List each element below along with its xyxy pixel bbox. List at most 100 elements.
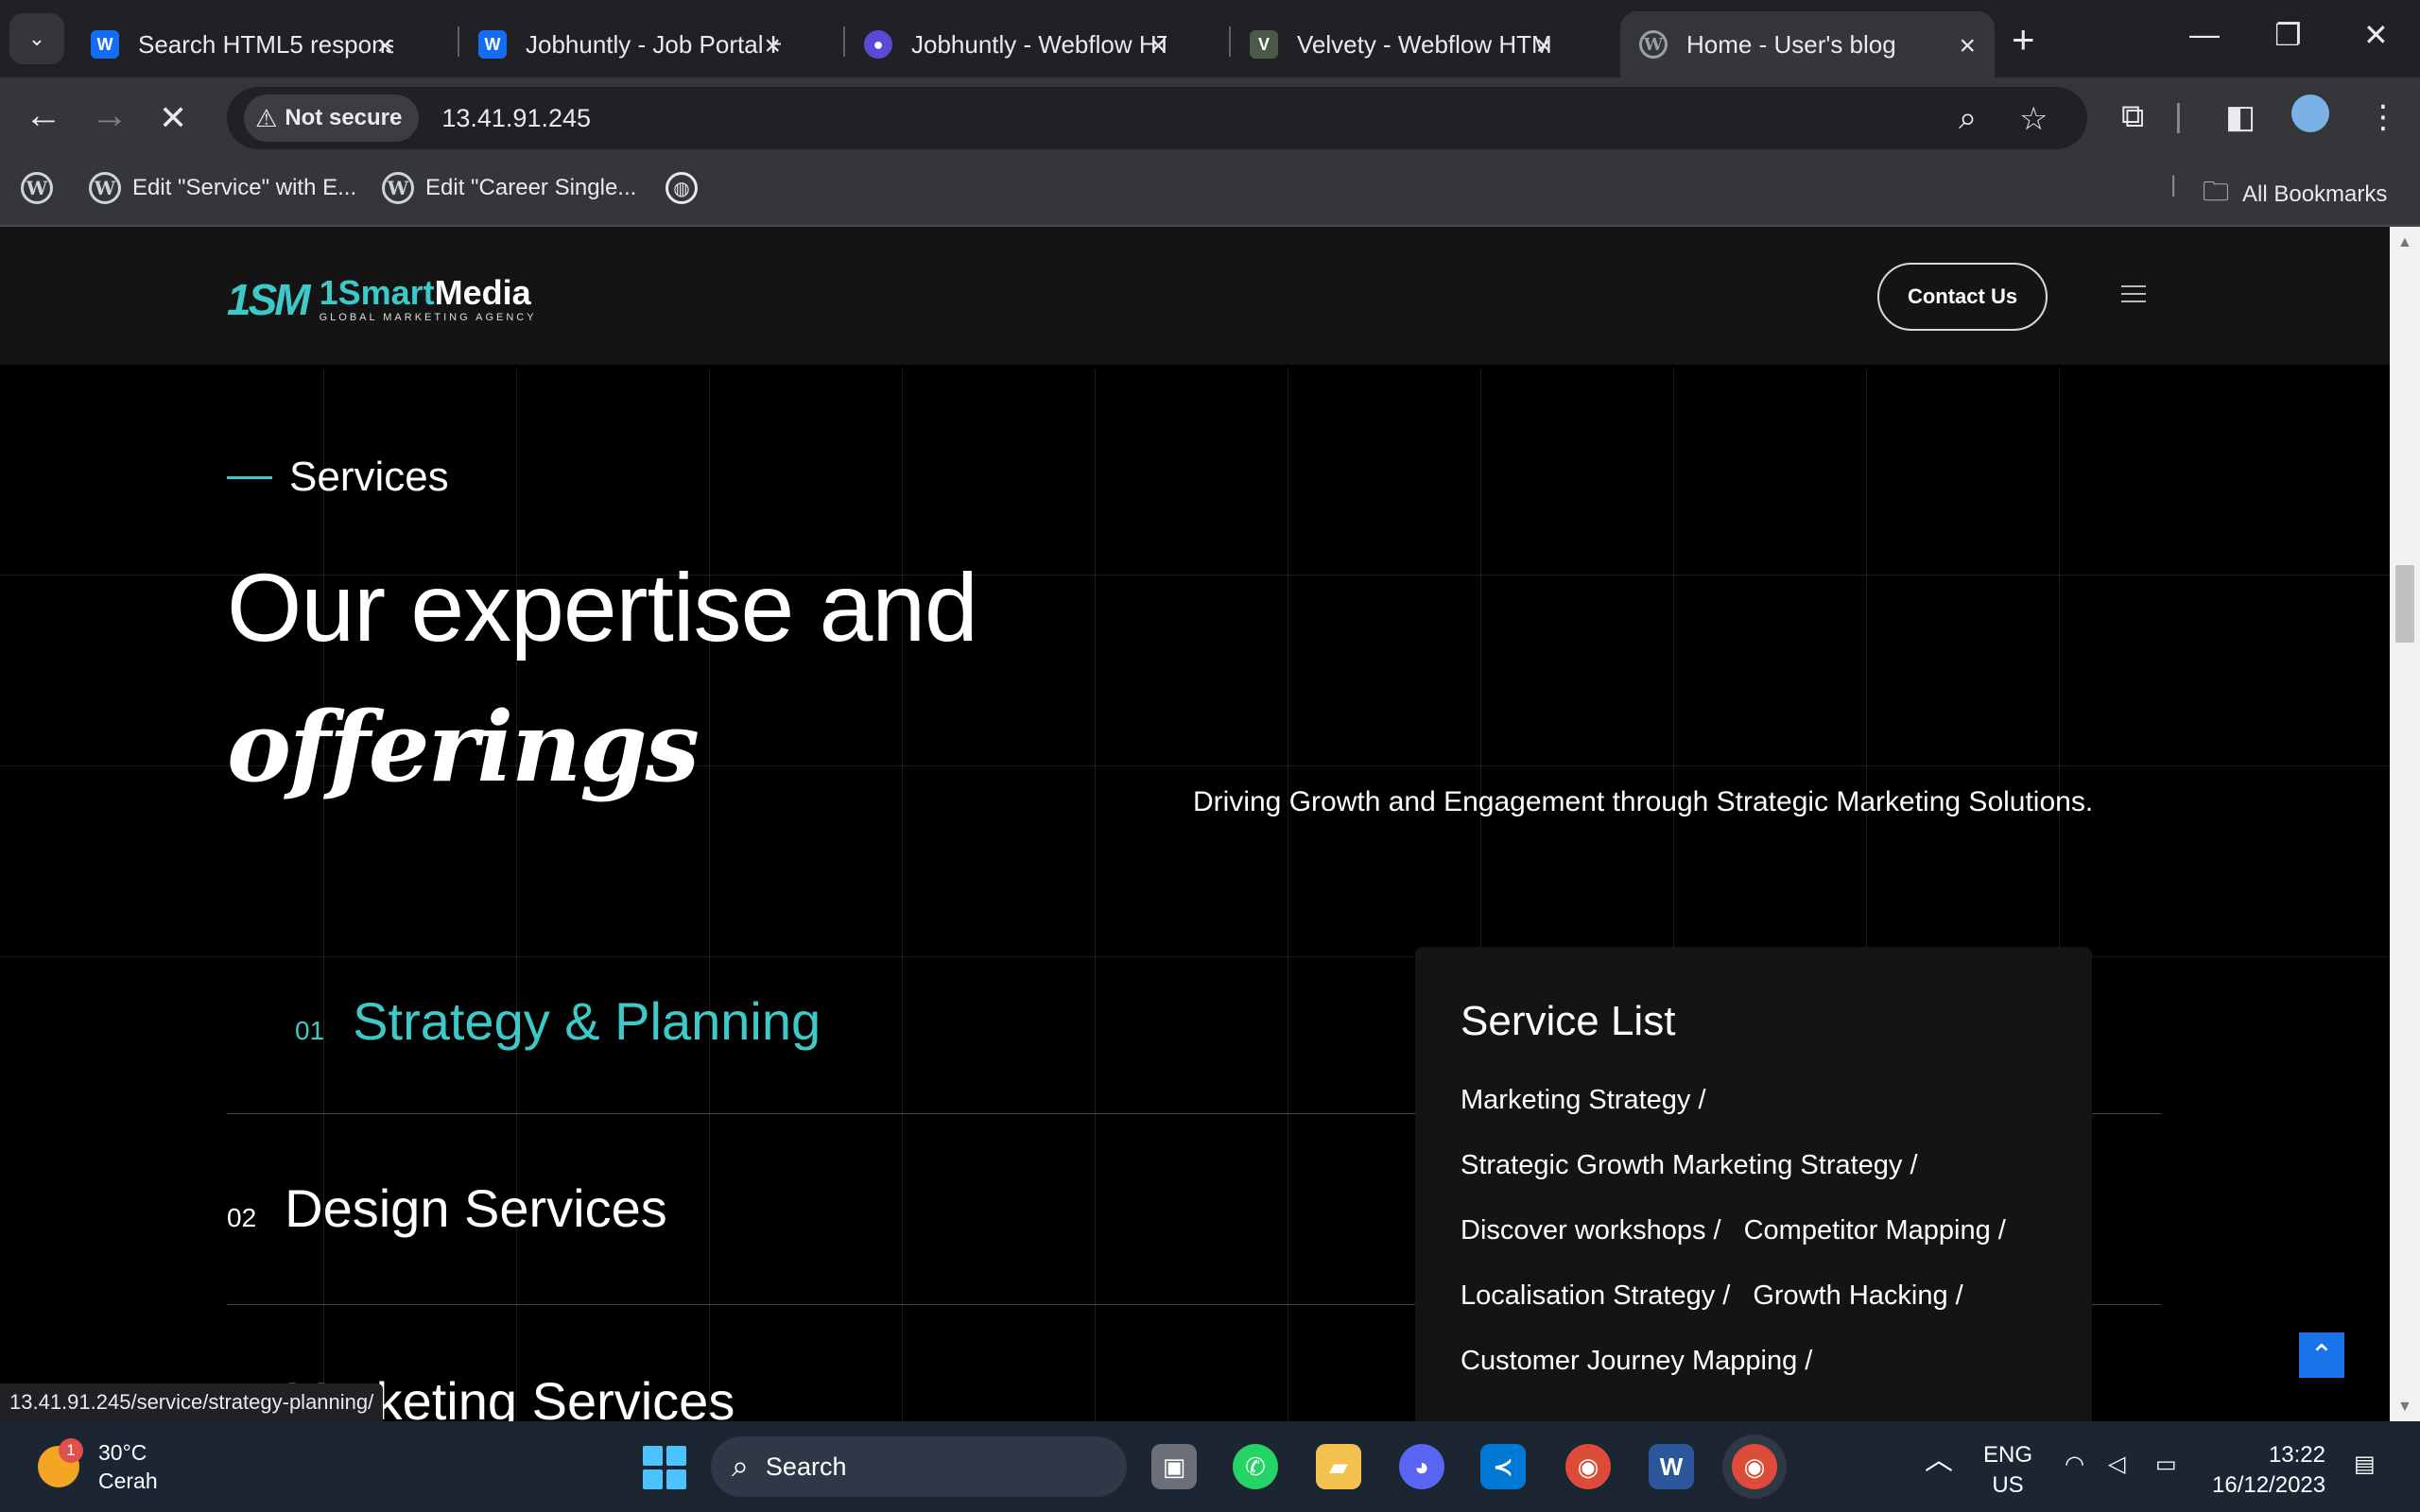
browser-tab-active[interactable]: W Home - User's blog × — [1620, 11, 1995, 77]
search-label: Search — [765, 1452, 847, 1481]
tab-title: Search HTML5 responsive — [138, 29, 393, 59]
browser-tab[interactable]: V Velvety - Webflow HTML × — [1231, 11, 1571, 77]
bookmark-item[interactable]: W Edit "Service" with E... — [89, 172, 356, 204]
v-icon: V — [1250, 30, 1278, 59]
volume-icon[interactable]: ◁ — [2108, 1450, 2125, 1480]
wordpress-icon: W — [1639, 30, 1668, 59]
service-item-strategy[interactable]: 01 Strategy & Planning — [295, 990, 821, 1052]
chrome-profile-icon[interactable]: ◉ — [1732, 1444, 1777, 1489]
chevron-down-icon: ⌄ — [27, 26, 46, 50]
side-panel-icon[interactable]: ◧ — [2225, 98, 2256, 136]
whatsapp-icon[interactable]: ✆ — [1233, 1444, 1278, 1489]
profile-avatar[interactable] — [2291, 94, 2329, 132]
service-list-item[interactable]: Competitor Mapping / — [1744, 1215, 2006, 1246]
wifi-icon[interactable]: ◠ — [2065, 1450, 2084, 1480]
security-chip[interactable]: ⚠ Not secure — [244, 94, 420, 142]
close-tab-icon[interactable]: × — [376, 30, 393, 62]
task-view-icon[interactable]: ▣ — [1151, 1444, 1197, 1489]
warning-icon: ⚠ — [255, 103, 278, 132]
notifications-icon[interactable]: ▤ — [2354, 1450, 2376, 1480]
folder-icon: 🗀 — [2203, 177, 2230, 206]
discord-icon[interactable]: ◕ — [1399, 1444, 1444, 1489]
search-icon: ⌕ — [732, 1449, 749, 1483]
all-bookmarks-button[interactable]: 🗀 All Bookmarks — [2203, 172, 2387, 217]
scroll-down-arrow-icon[interactable]: ▼ — [2397, 1399, 2412, 1416]
grid-line — [709, 369, 710, 1421]
extensions-icon[interactable]: ⧉ — [2121, 98, 2144, 135]
globe-icon: ◍ — [666, 172, 698, 204]
service-list-item[interactable]: Growth Hacking / — [1753, 1280, 1962, 1312]
scroll-to-top-button[interactable]: ⌃ — [2299, 1332, 2344, 1378]
brand-name: 1SmartMedia — [320, 276, 537, 310]
section-heading-emphasis: offerings — [227, 691, 700, 804]
webflow-icon: W — [91, 30, 119, 59]
bookmark-wordpress[interactable]: W — [21, 172, 64, 204]
back-icon[interactable]: ← — [25, 94, 62, 137]
word-icon[interactable]: W — [1649, 1444, 1694, 1489]
close-window-icon[interactable]: ✕ — [2363, 17, 2389, 53]
wordpress-icon: W — [382, 172, 414, 204]
vscode-icon[interactable]: ≺ — [1480, 1444, 1526, 1489]
service-list-item[interactable]: Marketing Strategy / — [1461, 1085, 1706, 1116]
show-hidden-icons-icon[interactable]: ︿ — [1925, 1446, 1953, 1476]
service-list-title: Service List — [1461, 998, 1676, 1044]
wordpress-icon: W — [21, 172, 53, 204]
browser-tab[interactable]: W Search HTML5 responsive × — [72, 11, 412, 77]
windows-start-icon[interactable] — [643, 1446, 686, 1489]
chrome-icon[interactable]: ◉ — [1565, 1444, 1611, 1489]
close-tab-icon[interactable]: × — [1535, 30, 1552, 62]
zoom-icon[interactable]: ⌕ — [1959, 100, 1977, 137]
restore-icon[interactable]: ❐ — [2274, 17, 2302, 53]
service-list-row: Marketing Strategy / — [1461, 1085, 2047, 1116]
tab-title: Home - User's blog — [1686, 29, 1896, 59]
eyebrow-dash — [227, 475, 272, 479]
scroll-up-arrow-icon[interactable]: ▲ — [2397, 234, 2412, 251]
language-code: ENG — [1983, 1442, 2033, 1468]
weather-widget[interactable]: 1 30°C Cerah — [38, 1438, 158, 1495]
webflow-icon: W — [478, 30, 507, 59]
bookmark-item[interactable]: W Edit "Career Single... — [382, 172, 636, 204]
tab-search-button[interactable]: ⌄ — [9, 13, 64, 64]
weather-description: Cerah — [98, 1469, 158, 1493]
notification-badge: 1 — [59, 1438, 83, 1463]
section-eyebrow: Services — [227, 454, 449, 501]
service-list-item[interactable]: Localisation Strategy / — [1461, 1280, 1730, 1312]
site-logo[interactable]: 1SM 1SmartMedia GLOBAL MARKETING AGENCY — [227, 274, 537, 325]
browser-tab[interactable]: ● Jobhuntly - Webflow HTM × — [845, 11, 1185, 77]
chevron-up-icon: ⌃ — [2309, 1339, 2334, 1371]
weather-temperature: 30°C — [98, 1440, 147, 1465]
battery-icon[interactable]: ▭ — [2155, 1450, 2177, 1480]
new-tab-icon[interactable]: + — [2012, 17, 2035, 62]
page-scrollbar[interactable]: ▲ ▼ — [2390, 227, 2420, 1421]
minimize-icon[interactable]: — — [2189, 17, 2220, 52]
bookmark-star-icon[interactable]: ☆ — [2019, 100, 2048, 138]
close-tab-icon[interactable]: × — [1959, 30, 1976, 62]
service-list-item[interactable]: Customer Journey Mapping / — [1461, 1346, 1812, 1377]
service-item-design[interactable]: 02 Design Services — [227, 1177, 667, 1239]
forward-icon[interactable]: → — [91, 94, 129, 137]
service-list-item[interactable]: Discover workshops / — [1461, 1215, 1721, 1246]
browser-tab-strip: ⌄ W Search HTML5 responsive × W Jobhuntl… — [0, 0, 2420, 77]
hamburger-menu-icon[interactable] — [2121, 285, 2146, 308]
brand-name-part-2: Media — [434, 273, 531, 312]
site-header: 1SM 1SmartMedia GLOBAL MARKETING AGENCY … — [0, 227, 2390, 365]
taskbar-search-box[interactable]: ⌕ Search — [711, 1436, 1127, 1497]
menu-kebab-icon[interactable]: ⋮ — [2367, 98, 2399, 136]
service-list-item[interactable]: Strategic Growth Marketing Strategy / — [1461, 1150, 1918, 1181]
clock[interactable]: 13:22 16/12/2023 — [2212, 1440, 2325, 1501]
stop-loading-icon[interactable]: ✕ — [159, 98, 187, 138]
windows-taskbar: 1 30°C Cerah ⌕ Search ▣ ✆ ▰ ◕ ≺ ◉ W ◉ ︿ … — [0, 1421, 2420, 1512]
language-indicator[interactable]: ENG US — [1983, 1440, 2032, 1501]
close-tab-icon[interactable]: × — [764, 30, 781, 62]
file-explorer-icon[interactable]: ▰ — [1316, 1444, 1361, 1489]
contact-us-button[interactable]: Contact Us — [1877, 263, 2048, 331]
section-heading: Our expertise and — [227, 554, 978, 662]
bookmark-globe[interactable]: ◍ — [666, 172, 709, 204]
close-tab-icon[interactable]: × — [1150, 30, 1167, 62]
address-bar[interactable]: ⚠ Not secure 13.41.91.245 ⌕ ☆ — [227, 87, 2087, 149]
url-text[interactable]: 13.41.91.245 — [441, 104, 591, 133]
browser-tab[interactable]: W Jobhuntly - Job Portal HT × — [459, 11, 800, 77]
scrollbar-thumb[interactable] — [2395, 565, 2414, 643]
grid-line — [323, 369, 324, 1421]
circle-icon: ● — [864, 30, 892, 59]
